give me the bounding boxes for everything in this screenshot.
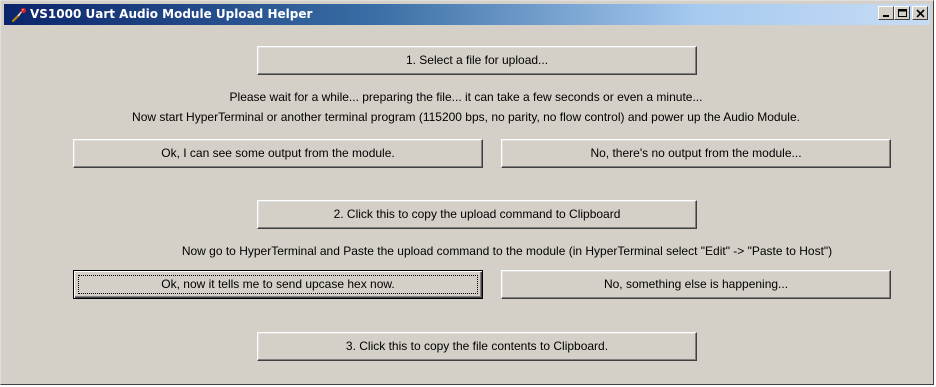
window-controls xyxy=(878,6,928,20)
paste-command-message: Now go to HyperTerminal and Paste the up… xyxy=(181,244,833,258)
copy-upload-command-button-label: 2. Click this to copy the upload command… xyxy=(333,207,621,221)
minimize-icon xyxy=(883,15,889,17)
select-file-button[interactable]: 1. Select a file for upload... xyxy=(257,46,697,75)
output-yes-button[interactable]: Ok, I can see some output from the modul… xyxy=(73,139,483,168)
select-file-button-label: 1. Select a file for upload... xyxy=(405,53,549,67)
hex-yes-button[interactable]: Ok, now it tells me to send upcase hex n… xyxy=(73,270,483,299)
copy-file-contents-button-label: 3. Click this to copy the file contents … xyxy=(345,339,609,353)
app-window: VS1000 Uart Audio Module Upload Helper 1… xyxy=(0,0,934,385)
wait-message: Please wait for a while... preparing the… xyxy=(229,90,703,104)
minimize-button[interactable] xyxy=(878,6,894,20)
window-title: VS1000 Uart Audio Module Upload Helper xyxy=(30,7,313,21)
app-icon xyxy=(11,7,27,23)
hex-no-button-label: No, something else is happening... xyxy=(603,277,789,291)
maximize-icon xyxy=(898,9,907,17)
start-terminal-message: Now start HyperTerminal or another termi… xyxy=(132,110,800,124)
maximize-button[interactable] xyxy=(894,6,910,20)
copy-upload-command-button[interactable]: 2. Click this to copy the upload command… xyxy=(257,200,697,229)
hex-no-button[interactable]: No, something else is happening... xyxy=(501,270,891,299)
title-bar[interactable]: VS1000 Uart Audio Module Upload Helper xyxy=(4,4,930,25)
output-no-button[interactable]: No, there's no output from the module... xyxy=(501,139,891,168)
close-button[interactable] xyxy=(912,6,928,20)
output-yes-button-label: Ok, I can see some output from the modul… xyxy=(161,146,395,160)
output-no-button-label: No, there's no output from the module... xyxy=(590,146,802,160)
close-icon xyxy=(916,9,925,18)
hex-yes-button-label: Ok, now it tells me to send upcase hex n… xyxy=(161,277,395,291)
copy-file-contents-button[interactable]: 3. Click this to copy the file contents … xyxy=(257,332,697,361)
